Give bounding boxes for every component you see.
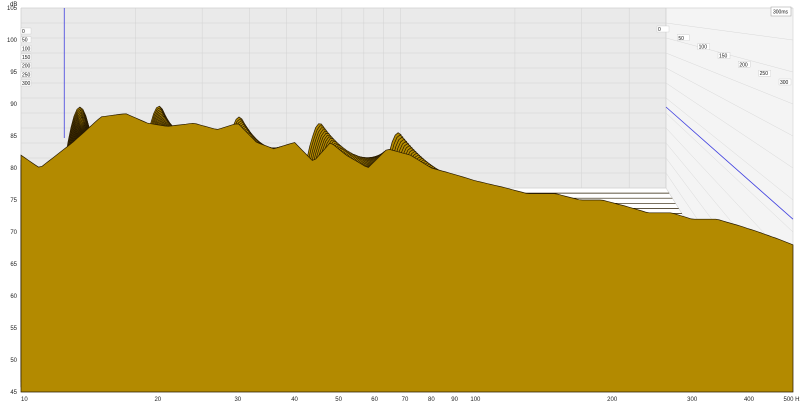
- x-tick-label: 100: [470, 397, 481, 403]
- y-tick-label: 75: [10, 198, 17, 204]
- x-tick-label: 20: [154, 397, 161, 403]
- y-unit-label: dB: [10, 2, 17, 8]
- time-tick-left: 300: [22, 81, 31, 87]
- time-tick-right: 200: [739, 62, 748, 68]
- y-tick-label: 70: [10, 230, 17, 236]
- x-tick-label: 300: [687, 397, 698, 403]
- x-tick-label: 400: [744, 397, 755, 403]
- time-tick-left: 0: [22, 29, 25, 35]
- x-tick-label: 30: [234, 397, 241, 403]
- waterfall-chart: 10 20 30 40 50 60 70 80 90 100 200 300 400 500 Hz 45 5…: [0, 0, 800, 404]
- y-tick-label: 55: [10, 326, 17, 332]
- time-tick-left: 250: [22, 72, 31, 78]
- time-tick-right: 100: [699, 45, 708, 51]
- y-tick-label: 45: [10, 390, 17, 396]
- time-tick-right: 150: [719, 54, 728, 60]
- time-range-label: 300ms: [773, 10, 789, 16]
- x-tick-label: 10: [21, 397, 28, 403]
- y-tick-label: 100: [7, 38, 18, 44]
- x-tick-label: 80: [428, 397, 435, 403]
- time-tick-left: 200: [22, 64, 31, 70]
- x-tick-label: 90: [451, 397, 458, 403]
- y-tick-label: 65: [10, 262, 17, 268]
- x-tick-label: 60: [371, 397, 378, 403]
- x-tick-label: 50: [335, 397, 342, 403]
- time-tick-left: 100: [22, 46, 31, 52]
- time-tick-right: 50: [678, 36, 684, 42]
- y-tick-label: 80: [10, 166, 17, 172]
- time-range-box: 300ms: [770, 6, 792, 17]
- y-tick-label: 60: [10, 294, 17, 300]
- x-tick-label: 500 Hz: [783, 397, 800, 403]
- x-tick-label: 70: [402, 397, 409, 403]
- time-tick-right: 300: [780, 80, 789, 86]
- time-tick-right: 250: [760, 71, 769, 77]
- y-tick-label: 85: [10, 134, 17, 140]
- y-tick-label: 95: [10, 70, 17, 76]
- time-tick-right: 0: [658, 27, 661, 33]
- x-tick-label: 40: [291, 397, 298, 403]
- time-tick-left: 150: [22, 55, 31, 61]
- time-tick-left: 50: [22, 38, 28, 44]
- y-tick-label: 50: [10, 358, 17, 364]
- y-tick-label: 90: [10, 102, 17, 108]
- x-tick-label: 200: [607, 397, 618, 403]
